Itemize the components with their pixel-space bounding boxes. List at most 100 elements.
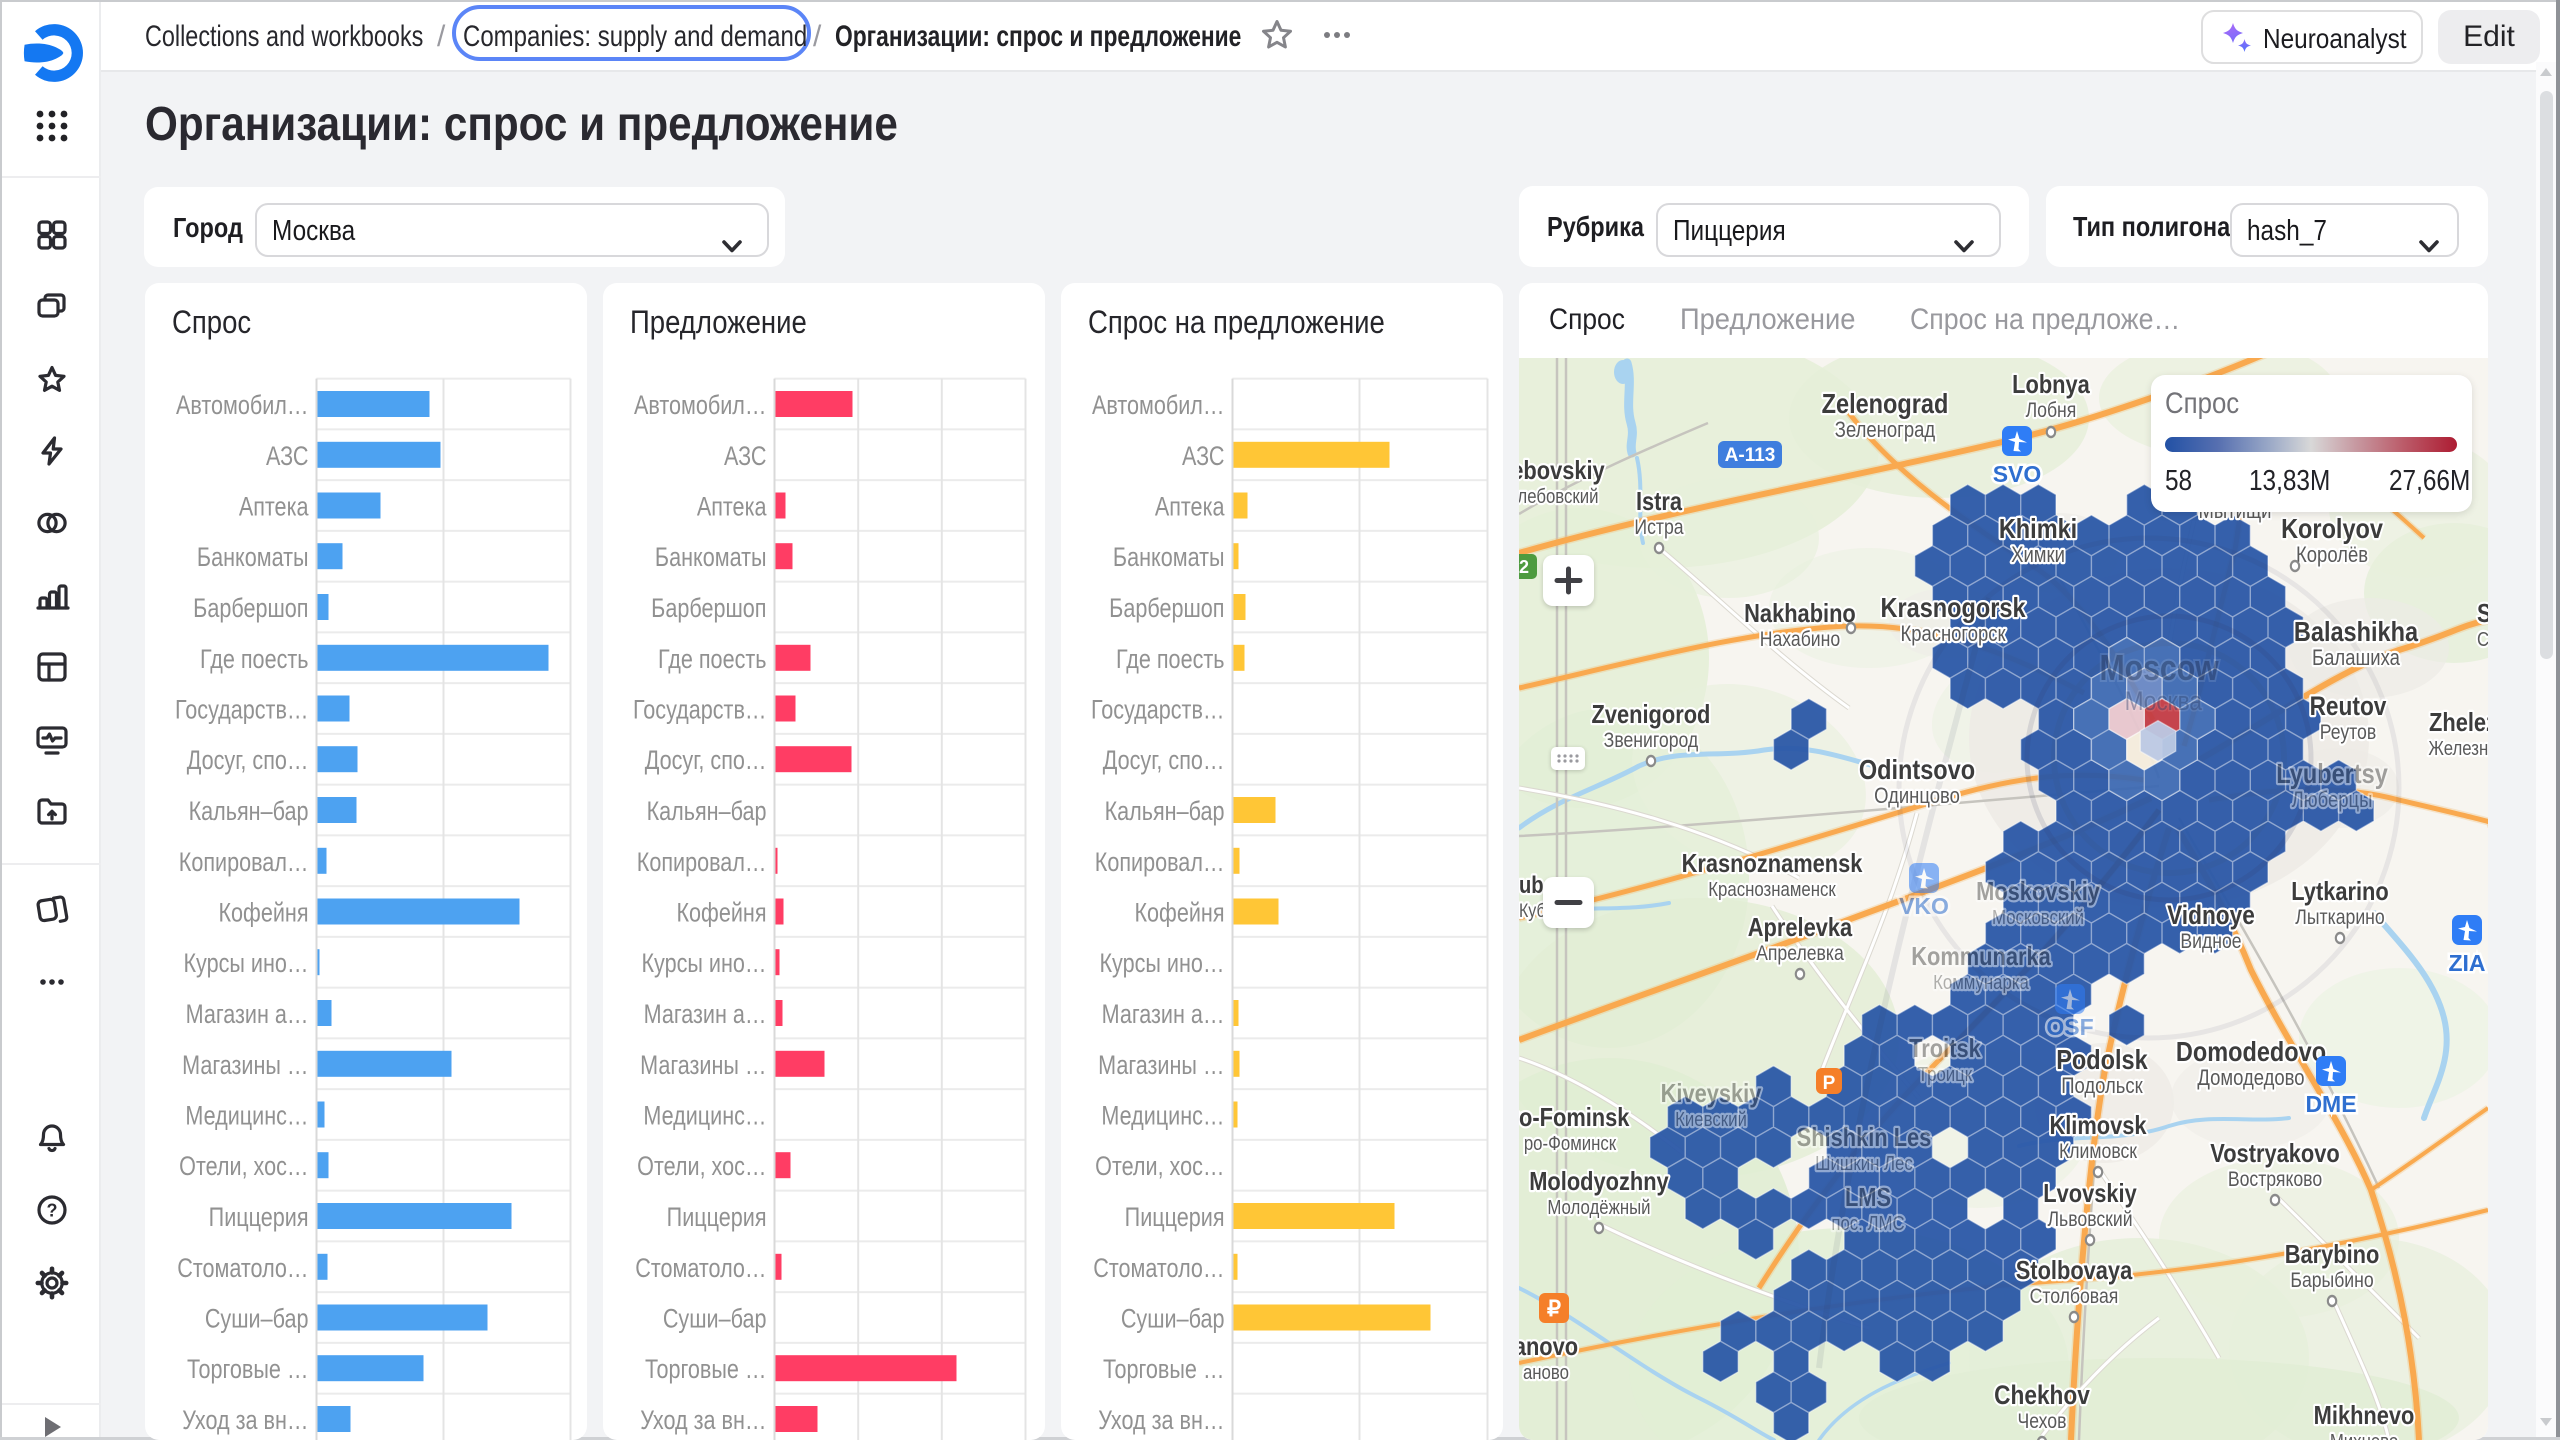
svg-text:Moskovskiy: Moskovskiy	[1976, 877, 2100, 906]
svg-text:Люберцы: Люберцы	[2292, 789, 2373, 813]
svg-text:Аптека: Аптека	[238, 492, 308, 522]
svg-text:Истра: Истра	[1634, 516, 1683, 540]
svg-text:Стоматоло…: Стоматоло…	[635, 1254, 766, 1284]
svg-text:Lvovskiy: Lvovskiy	[2043, 1179, 2137, 1208]
svg-text:Аптека: Аптека	[1154, 492, 1224, 522]
svg-text:Копировал…: Копировал…	[1094, 848, 1224, 878]
svg-text:Чехов: Чехов	[2018, 1410, 2067, 1434]
svg-text:Суши–бар: Суши–бар	[1120, 1304, 1224, 1334]
svg-text:Кальян–бар: Кальян–бар	[188, 797, 308, 827]
svg-text:Куб: Куб	[1519, 900, 1546, 922]
svg-text:аново: аново	[1523, 1361, 1569, 1384]
svg-text:Банкоматы: Банкоматы	[654, 543, 766, 573]
svg-text:Vidnoye: Vidnoye	[2167, 900, 2255, 930]
svg-text:Уход за вн…: Уход за вн…	[182, 1406, 308, 1436]
svg-text:Реутов: Реутов	[2320, 721, 2376, 745]
svg-text:Уход за вн…: Уход за вн…	[1098, 1406, 1224, 1436]
svg-text:Суши–бар: Суши–бар	[662, 1304, 766, 1334]
svg-text:Аптека: Аптека	[696, 492, 766, 522]
svg-text:Курсы ино…: Курсы ино…	[641, 949, 766, 979]
svg-text:Молодёжный: Молодёжный	[1547, 1196, 1650, 1219]
svg-text:Магазин а…: Магазин а…	[1101, 1000, 1224, 1030]
svg-text:Магазины …: Магазины …	[640, 1051, 766, 1081]
svg-text:Vostryakovo: Vostryakovo	[2210, 1139, 2339, 1168]
svg-text:Климовск: Климовск	[2059, 1140, 2137, 1164]
svg-text:VKO: VKO	[1899, 893, 1949, 919]
svg-text:Chekhov: Chekhov	[1994, 1380, 2090, 1410]
svg-text:Автомобил…: Автомобил…	[1092, 391, 1225, 421]
svg-text:₽: ₽	[1547, 1296, 1561, 1321]
svg-text:Кофейня: Кофейня	[218, 898, 308, 928]
svg-text:ro-Fominsk: ro-Fominsk	[1519, 1103, 1630, 1132]
svg-text:Lytkarino: Lytkarino	[2291, 877, 2388, 906]
svg-text:Львовский: Львовский	[2047, 1208, 2132, 1232]
svg-text:Михнево: Михнево	[2330, 1430, 2398, 1440]
svg-text:Магазины …: Магазины …	[1098, 1051, 1224, 1081]
svg-text:Звенигород: Звенигород	[1604, 729, 1699, 753]
svg-text:Отели, хос…: Отели, хос…	[1095, 1152, 1224, 1182]
svg-text:Лобня: Лобня	[2026, 399, 2077, 423]
svg-text:Zvenigorod: Zvenigorod	[1592, 700, 1711, 729]
svg-text:Domodedovo: Domodedovo	[2176, 1037, 2326, 1067]
svg-text:Медицинс…: Медицинс…	[185, 1101, 308, 1131]
svg-text:Подольск: Подольск	[2061, 1075, 2143, 1099]
svg-text:Odintsovo: Odintsovo	[1859, 755, 1975, 785]
svg-text:P: P	[1823, 1073, 1836, 1094]
svg-text:Копировал…: Копировал…	[178, 848, 308, 878]
svg-text:Shishkin Les: Shishkin Les	[1797, 1123, 1932, 1152]
svg-text:Zhelez: Zhelez	[2429, 708, 2488, 737]
svg-text:Kommunarka: Kommunarka	[1911, 942, 2051, 971]
svg-text:Istra: Istra	[1636, 487, 1683, 516]
svg-text:Шишкин Лес: Шишкин Лес	[1815, 1152, 1913, 1175]
svg-text:Барыбино: Барыбино	[2290, 1269, 2373, 1293]
svg-text:А-113: А-113	[1725, 445, 1776, 466]
svg-text:Химки: Химки	[2011, 544, 2065, 568]
svg-text:лебовский: лебовский	[1519, 485, 1599, 508]
svg-text:SVO: SVO	[1993, 461, 2042, 487]
svg-text:Krasnoznamensk: Krasnoznamensk	[1682, 849, 1863, 878]
svg-text:Barybino: Barybino	[2285, 1240, 2380, 1269]
svg-text:Магазин а…: Магазин а…	[185, 1000, 308, 1030]
svg-text:АЗС: АЗС	[1181, 442, 1224, 472]
svg-text:ebovskiy: ebovskiy	[1519, 456, 1605, 485]
svg-text:Klimovsk: Klimovsk	[2049, 1111, 2147, 1140]
svg-text:?: ?	[47, 1201, 58, 1221]
svg-text:Зеленоград: Зеленоград	[1835, 419, 1935, 443]
svg-text:2: 2	[1519, 557, 1529, 577]
svg-text:Отели, хос…: Отели, хос…	[179, 1152, 308, 1182]
svg-text:anovo: anovo	[1519, 1332, 1578, 1361]
svg-text:ub: ub	[1519, 871, 1544, 898]
svg-text:Востряково: Востряково	[2228, 1168, 2322, 1192]
svg-text:Стоматоло…: Стоматоло…	[1093, 1254, 1224, 1284]
svg-text:Podolsk: Podolsk	[2056, 1045, 2148, 1075]
svg-text:Медицинс…: Медицинс…	[643, 1101, 766, 1131]
svg-text:Киевский: Киевский	[1675, 1108, 1747, 1131]
svg-text:Досуг, спо…: Досуг, спо…	[186, 746, 308, 776]
svg-text:Троицк: Троицк	[1918, 1063, 1973, 1086]
svg-text:ZIA: ZIA	[2448, 950, 2485, 976]
svg-text:Lyubertsy: Lyubertsy	[2276, 759, 2388, 789]
svg-text:Lobnya: Lobnya	[2012, 370, 2090, 399]
svg-text:Уход за вн…: Уход за вн…	[640, 1406, 766, 1436]
svg-text:Пиццерия: Пиццерия	[666, 1203, 766, 1233]
svg-text:Банкоматы: Банкоматы	[196, 543, 308, 573]
svg-text:Торговые …: Торговые …	[645, 1355, 767, 1385]
svg-text:Балашиха: Балашиха	[2312, 647, 2400, 671]
svg-text:Стар: Стар	[2477, 628, 2488, 651]
svg-text:Домодедово: Домодедово	[2197, 1067, 2304, 1091]
svg-text:Москва: Москва	[2125, 686, 2203, 716]
svg-text:Государств…: Государств…	[175, 695, 308, 725]
svg-text:Kiveyskiy: Kiveyskiy	[1661, 1079, 1762, 1108]
svg-text:Государств…: Государств…	[1091, 695, 1224, 725]
svg-text:Stara: Stara	[2477, 599, 2488, 628]
svg-text:Автомобил…: Автомобил…	[634, 391, 767, 421]
svg-text:Московский: Московский	[1992, 906, 2084, 929]
svg-text:Отели, хос…: Отели, хос…	[637, 1152, 766, 1182]
svg-text:Troitsk: Troitsk	[1909, 1034, 1981, 1063]
svg-text:Одинцово: Одинцово	[1874, 785, 1960, 809]
svg-text:Korolyov: Korolyov	[2281, 514, 2383, 544]
svg-text:Королёв: Королёв	[2296, 544, 2368, 568]
svg-text:Торговые …: Торговые …	[1103, 1355, 1225, 1385]
svg-text:ро-Фоминск: ро-Фоминск	[1524, 1132, 1617, 1155]
svg-text:Магазины …: Магазины …	[182, 1051, 308, 1081]
